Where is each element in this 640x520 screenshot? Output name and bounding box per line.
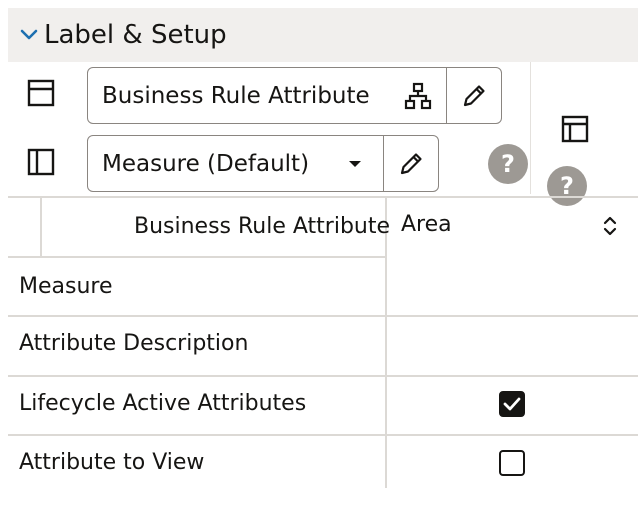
divider [8, 315, 638, 317]
panel-layout-icon[interactable] [556, 110, 594, 148]
check-icon [503, 397, 521, 411]
header-attribute-label: Business Rule Attribute [134, 214, 391, 239]
row-label-lifecycle-active-attributes: Lifecycle Active Attributes [19, 391, 307, 416]
right-divider [530, 62, 531, 194]
divider [40, 196, 42, 256]
measure-edit-button[interactable] [383, 136, 438, 191]
form-layout-icon[interactable] [22, 74, 60, 112]
measure-select[interactable]: Measure (Default) [87, 135, 439, 192]
row-label-measure: Measure [19, 274, 113, 299]
label-field[interactable]: Business Rule Attribute [87, 67, 502, 124]
row-label-attribute-description: Attribute Description [19, 331, 249, 356]
label-edit-button[interactable] [446, 68, 501, 123]
dropdown-caret-icon[interactable] [327, 136, 383, 191]
chevron-down-icon[interactable] [14, 29, 44, 41]
sort-updown-icon[interactable] [600, 214, 620, 242]
pencil-icon [400, 152, 422, 174]
row-label-attribute-to-view: Attribute to View [19, 450, 205, 475]
label-field-value: Business Rule Attribute [102, 82, 370, 109]
hierarchy-icon[interactable] [390, 68, 446, 123]
divider [8, 196, 638, 198]
pencil-icon [463, 84, 485, 106]
divider [8, 256, 386, 258]
help-icon[interactable]: ? [488, 144, 528, 184]
measure-select-value: Measure (Default) [102, 150, 310, 177]
divider [8, 375, 638, 377]
section-title: Label & Setup [44, 20, 227, 50]
lifecycle-active-checkbox[interactable] [499, 391, 525, 417]
sidebar-layout-icon[interactable] [22, 143, 60, 181]
area-select-value[interactable]: Area [401, 212, 452, 237]
divider [385, 196, 387, 488]
help-icon[interactable]: ? [547, 166, 587, 206]
divider [8, 434, 638, 436]
section-header[interactable]: Label & Setup [8, 8, 638, 62]
attribute-to-view-checkbox[interactable] [499, 450, 525, 476]
